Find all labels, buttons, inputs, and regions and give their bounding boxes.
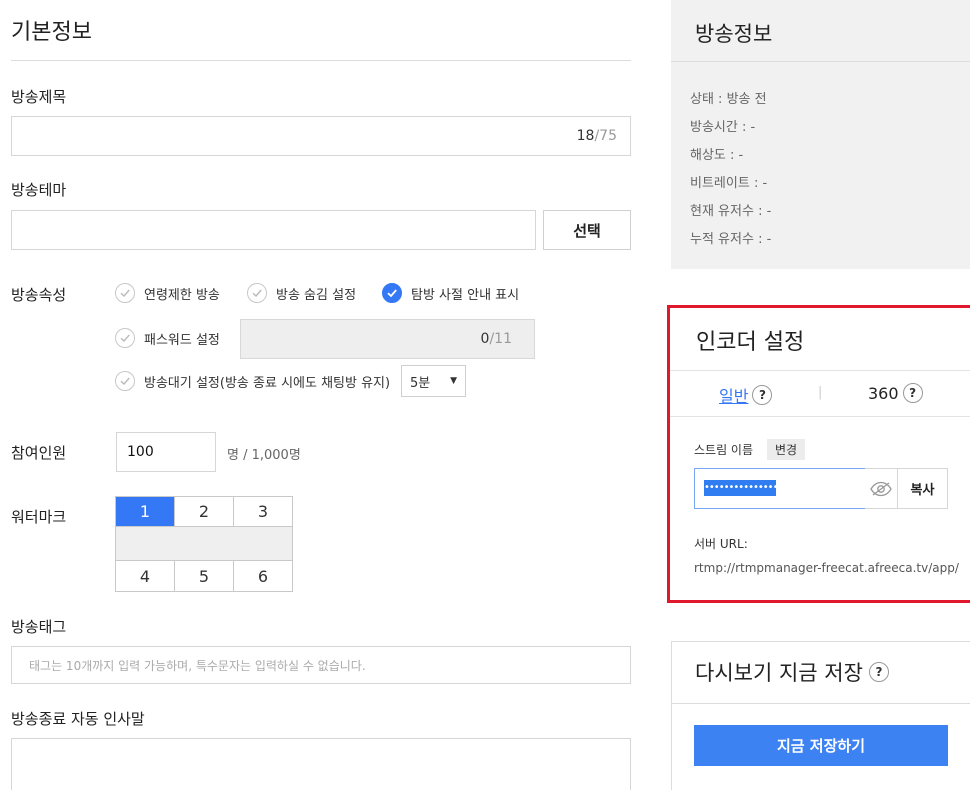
- theme-label: 방송테마: [11, 181, 67, 199]
- tab-general-label: 일반: [719, 387, 749, 406]
- password-label: 패스워드 설정: [144, 332, 220, 348]
- tags-label: 방송태그: [11, 618, 67, 636]
- tab-general[interactable]: 일반 ?: [719, 383, 773, 407]
- info-row-duration: 방송시간 : -: [690, 120, 756, 135]
- help-icon[interactable]: ?: [868, 662, 889, 682]
- standby-label: 방송대기 설정(방송 종료 시에도 채팅방 유지): [144, 375, 391, 391]
- password-checkbox[interactable]: 패스워드 설정: [115, 328, 220, 348]
- title-char-count: 18: [576, 128, 595, 144]
- info-status-label: 상태: [690, 92, 714, 107]
- stream-name-label: 스트림 이름: [694, 443, 754, 457]
- age-limit-checkbox[interactable]: 연령제한 방송: [115, 283, 220, 303]
- info-current-users-label: 현재 유저수: [690, 204, 754, 219]
- watermark-label: 워터마크: [11, 508, 67, 526]
- tab-360-label: 360: [868, 383, 899, 403]
- title-char-counter: 18/75: [577, 128, 617, 144]
- watermark-cell-3[interactable]: 3: [234, 497, 292, 527]
- participants-suffix: 명 / 1,000명: [227, 448, 301, 463]
- replay-save-title: 다시보기 지금 저장 ?: [695, 657, 889, 687]
- encoder-settings-title: 인코더 설정: [696, 330, 805, 355]
- info-row-total-users: 누적 유저수 : -: [690, 232, 772, 247]
- tab-360[interactable]: 360 ?: [868, 383, 923, 403]
- toggle-visibility-button[interactable]: [865, 468, 898, 509]
- info-duration-value: -: [750, 120, 756, 135]
- watermark-position-grid: 1 2 3 4 5 6: [115, 496, 293, 592]
- password-char-max: /11: [489, 331, 512, 347]
- watermark-cell-5[interactable]: 5: [175, 561, 234, 591]
- title-divider: [11, 60, 631, 61]
- check-icon: [382, 283, 402, 303]
- server-url-value: rtmp://rtmpmanager-freecat.afreeca.tv/ap…: [694, 561, 959, 575]
- participants-input[interactable]: 100: [116, 432, 216, 472]
- hide-broadcast-checkbox[interactable]: 방송 숨김 설정: [247, 283, 356, 303]
- copy-button[interactable]: 복사: [897, 468, 948, 509]
- check-icon: [247, 283, 267, 303]
- info-current-users-value: -: [766, 204, 772, 219]
- stream-key-masked: ••••••••••••••••••••: [704, 480, 776, 496]
- info-bitrate-value: -: [762, 176, 768, 191]
- eye-off-icon: [870, 481, 892, 496]
- dropdown-arrow-icon: ▼: [450, 376, 457, 386]
- info-total-users-value: -: [766, 232, 772, 247]
- broadcast-info-title: 방송정보: [695, 22, 773, 46]
- password-input[interactable]: 0/11: [240, 319, 535, 359]
- tags-input[interactable]: 태그는 10개까지 입력 가능하며, 특수문자는 입력하실 수 없습니다.: [11, 646, 631, 684]
- info-duration-label: 방송시간: [690, 120, 738, 135]
- info-row-current-users: 현재 유저수 : -: [690, 204, 772, 219]
- attributes-label: 방송속성: [11, 286, 67, 304]
- theme-select-button[interactable]: 선택: [543, 210, 631, 250]
- hide-broadcast-label: 방송 숨김 설정: [276, 287, 357, 303]
- participants-label: 참여인원: [11, 444, 67, 462]
- check-icon: [115, 371, 135, 391]
- page-title: 기본정보: [11, 20, 92, 45]
- broadcast-info-divider: [671, 61, 970, 62]
- tab-divider: |: [818, 385, 823, 400]
- standby-checkbox[interactable]: 방송대기 설정(방송 종료 시에도 채팅방 유지): [115, 371, 390, 391]
- watermark-cell-6[interactable]: 6: [234, 561, 292, 591]
- visit-notice-label: 탐방 사절 안내 표시: [411, 287, 520, 303]
- info-resolution-value: -: [738, 148, 744, 163]
- help-icon[interactable]: ?: [902, 383, 923, 403]
- info-bitrate-label: 비트레이트: [690, 176, 750, 191]
- broadcast-title-input[interactable]: 18/75: [11, 116, 631, 156]
- watermark-cell-4[interactable]: 4: [116, 561, 175, 591]
- replay-save-divider: [671, 703, 970, 704]
- broadcast-title-label: 방송제목: [11, 88, 67, 106]
- check-icon: [115, 283, 135, 303]
- replay-save-title-text: 다시보기 지금 저장: [695, 661, 863, 685]
- info-row-bitrate: 비트레이트 : -: [690, 176, 768, 191]
- greeting-label: 방송종료 자동 인사말: [11, 710, 145, 728]
- watermark-cell-1[interactable]: 1: [116, 497, 175, 527]
- watermark-middle-row: [116, 527, 292, 561]
- server-url-label: 서버 URL:: [694, 537, 748, 551]
- visit-notice-checkbox[interactable]: 탐방 사절 안내 표시: [382, 283, 519, 303]
- theme-input[interactable]: [11, 210, 536, 250]
- info-row-resolution: 해상도 : -: [690, 148, 744, 163]
- info-resolution-label: 해상도: [690, 148, 726, 163]
- stream-change-button[interactable]: 변경: [767, 439, 805, 460]
- encoder-tab-divider: [670, 416, 970, 417]
- password-char-counter: 0/11: [481, 331, 512, 347]
- info-total-users-label: 누적 유저수: [690, 232, 754, 247]
- standby-time-value: 5분: [410, 375, 431, 391]
- watermark-cell-2[interactable]: 2: [175, 497, 234, 527]
- greeting-textarea[interactable]: [11, 738, 631, 790]
- encoder-title-divider: [670, 370, 970, 371]
- info-status-value: 방송 전: [726, 92, 767, 107]
- standby-time-select[interactable]: 5분 ▼: [401, 365, 466, 397]
- age-limit-label: 연령제한 방송: [144, 287, 220, 303]
- help-icon[interactable]: ?: [752, 385, 773, 405]
- save-now-button[interactable]: 지금 저장하기: [694, 725, 948, 766]
- info-row-status: 상태 : 방송 전: [690, 92, 767, 107]
- check-icon: [115, 328, 135, 348]
- title-char-max: /75: [594, 128, 617, 144]
